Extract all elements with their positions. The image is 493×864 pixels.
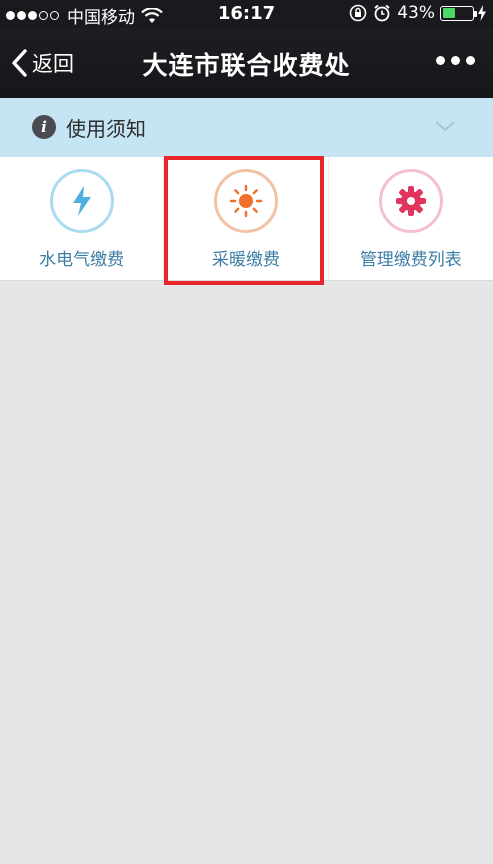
chevron-down-icon[interactable]	[434, 118, 456, 134]
more-options-button[interactable]	[430, 56, 475, 65]
status-bar: 中国移动 16:17 43%	[0, 0, 493, 28]
alarm-icon	[374, 4, 390, 22]
heating-payment-item[interactable]: 采暖缴费	[164, 157, 329, 281]
gear-icon	[395, 186, 426, 216]
utility-icon-circle	[49, 169, 114, 233]
navigation-bar: 返回 大连市联合收费处	[0, 28, 493, 98]
sun-icon	[229, 184, 263, 218]
more-dot-icon	[451, 56, 460, 65]
heating-payment-label: 采暖缴费	[211, 250, 280, 270]
heating-icon-circle	[213, 169, 278, 233]
utility-payment-label: 水电气缴费	[39, 250, 125, 270]
payment-list-item[interactable]: 管理缴费列表	[329, 157, 493, 281]
battery-percentage: 43%	[397, 3, 435, 23]
status-right: 43%	[349, 3, 487, 23]
charging-icon	[478, 5, 486, 21]
more-dot-icon	[436, 56, 445, 65]
lightning-icon	[72, 186, 91, 216]
usage-notice-label: 使用须知	[66, 117, 146, 141]
orientation-lock-icon	[349, 4, 367, 22]
payment-list-label: 管理缴费列表	[359, 250, 462, 270]
payment-function-grid: 水电气缴费 采暖缴费 管理缴费列表	[0, 157, 493, 281]
payment-list-icon-circle	[378, 169, 443, 233]
utility-payment-item[interactable]: 水电气缴费	[0, 157, 165, 281]
usage-notice-bar[interactable]: i 使用须知	[0, 98, 493, 157]
more-dot-icon	[466, 56, 475, 65]
page-title: 大连市联合收费处	[142, 51, 351, 80]
battery-icon	[440, 5, 477, 21]
empty-content-area	[0, 282, 493, 864]
info-icon: i	[32, 115, 56, 139]
